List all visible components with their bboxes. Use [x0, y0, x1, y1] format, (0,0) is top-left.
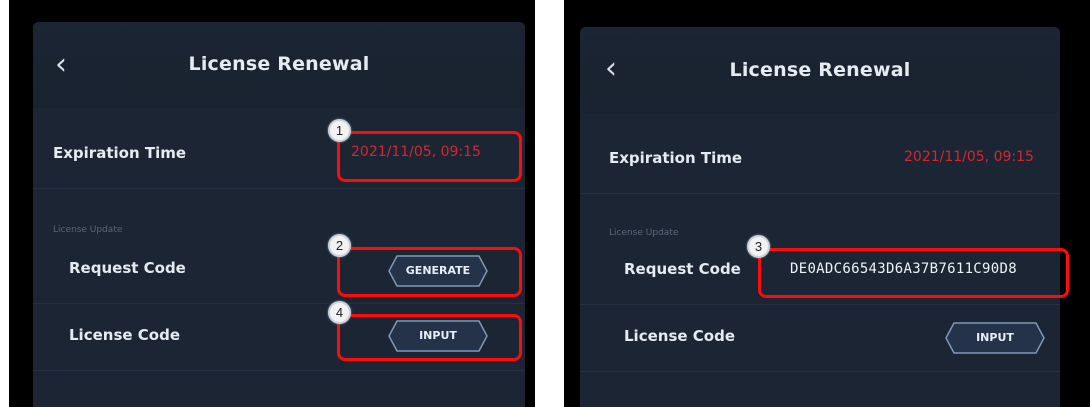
panel-header: ‹ License Renewal [580, 27, 1060, 113]
request-code-label: Request Code [624, 260, 741, 278]
callout-badge-3: 3 [747, 235, 770, 258]
callout-badge-2: 2 [328, 234, 351, 257]
left-screenshot: ‹ License Renewal Expiration Time 2021/1… [9, 0, 535, 407]
input-button-label: INPUT [976, 331, 1014, 344]
expiration-label: Expiration Time [609, 149, 743, 167]
page-title: License Renewal [188, 53, 370, 75]
panel-header: ‹ License Renewal [33, 22, 525, 108]
request-code-label: Request Code [69, 259, 186, 277]
callout-badge-4: 4 [328, 301, 351, 324]
section-label: License Update [609, 228, 679, 238]
expiration-value: 2021/11/05, 09:15 [904, 149, 1034, 165]
expiration-row: Expiration Time 2021/11/05, 09:15 [580, 127, 1060, 194]
license-code-row: License Code INPUT [580, 305, 1060, 372]
page-title: License Renewal [729, 59, 911, 81]
callout-box-1 [337, 131, 522, 182]
right-screenshot: ‹ License Renewal Expiration Time 2021/1… [564, 0, 1090, 407]
license-code-label: License Code [69, 326, 180, 344]
expiration-label: Expiration Time [53, 144, 187, 162]
section-label: License Update [53, 225, 123, 235]
license-renewal-panel: ‹ License Renewal Expiration Time 2021/1… [580, 27, 1060, 407]
callout-box-2 [337, 247, 522, 297]
callout-badge-1: 1 [328, 119, 351, 142]
license-code-label: License Code [624, 327, 735, 345]
callout-box-4 [337, 314, 522, 361]
input-button[interactable]: INPUT [945, 322, 1045, 354]
callout-box-3 [758, 248, 1069, 298]
